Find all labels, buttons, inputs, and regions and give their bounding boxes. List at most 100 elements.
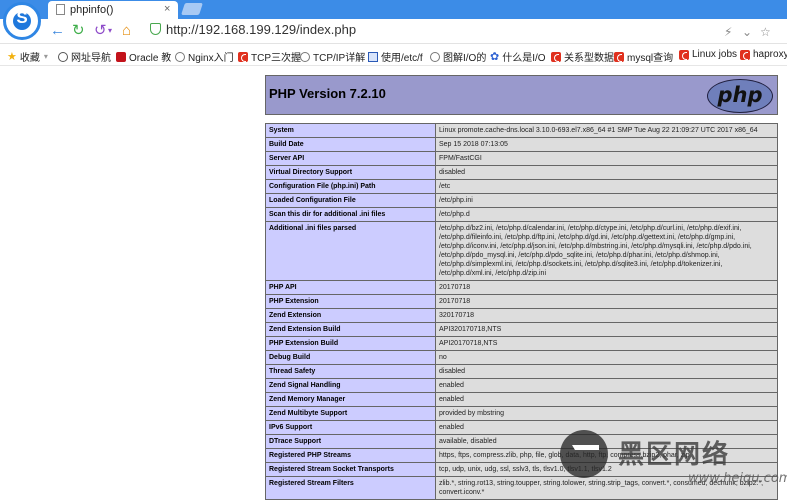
row-value: 320170718 (435, 308, 778, 323)
table-row: Debug Build no (265, 350, 778, 365)
watermark-logo-icon (560, 430, 608, 478)
bookmark-item[interactable]: 网址导航 (58, 49, 111, 64)
close-tab-icon[interactable]: × (164, 3, 170, 15)
home-icon[interactable]: ⌂ (122, 22, 131, 40)
table-row: Additional .ini files parsed/etc/php.d/b… (265, 221, 778, 281)
bookmark-label: 使用/etc/f (381, 53, 423, 64)
row-value: enabled (435, 420, 778, 435)
bookmark-favorites[interactable]: ★ 收藏 ▾ (7, 49, 48, 64)
bookmark-item[interactable]: TCP/IP详解 (300, 49, 365, 64)
watermark-url: www.heiqu.com (688, 471, 787, 486)
row-value: FPM/FastCGI (435, 151, 778, 166)
csdn-icon (238, 51, 248, 62)
table-row: Virtual Directory Support disabled (265, 165, 778, 180)
table-row: Zend Extension Build API320170718,NTS (265, 322, 778, 337)
nginx-icon (175, 51, 185, 62)
bookmarks-bar: ★ 收藏 ▾ 网址导航 Oracle 教 Nginx入门 TCP三次握 TCP/IP… (0, 44, 787, 66)
table-row: Configuration File (php.ini) Path/etc (265, 179, 778, 194)
reload-icon[interactable]: ↻ (72, 22, 85, 40)
table-row: PHP Extension 20170718 (265, 294, 778, 309)
star-icon[interactable]: ☆ (760, 25, 771, 39)
bookmark-item[interactable]: Oracle 教 (116, 49, 171, 64)
bookmark-label: 什么是I/O (502, 53, 546, 64)
csdn-icon (740, 49, 750, 60)
row-value: no (435, 350, 778, 365)
address-bar[interactable]: http://192.168.199.129/index.php (150, 22, 356, 37)
bookmark-item[interactable]: 使用/etc/f (368, 49, 423, 64)
row-key: Additional .ini files parsed (265, 221, 436, 281)
row-value: API320170718,NTS (435, 322, 778, 337)
undo-close-icon[interactable]: ↺ (94, 22, 107, 40)
row-value: disabled (435, 364, 778, 379)
bookmark-label: 网址导航 (71, 53, 111, 64)
page-icon (56, 4, 65, 15)
chevron-down-icon[interactable]: ▾ (108, 22, 112, 40)
table-row: Loaded Configuration File/etc/php.ini (265, 193, 778, 208)
row-key: Zend Extension Build (265, 322, 436, 337)
globe-icon (58, 51, 68, 62)
lightning-icon[interactable]: ⚡ (724, 25, 732, 39)
csdn-icon (551, 51, 561, 62)
row-key: Build Date (265, 137, 436, 152)
row-key: Virtual Directory Support (265, 165, 436, 180)
table-row: Zend Memory Manager enabled (265, 392, 778, 407)
row-value: enabled (435, 378, 778, 393)
bookmark-label: Oracle 教 (129, 53, 172, 64)
bookmark-label: 图解I/O的 (443, 53, 487, 64)
row-key: Server API (265, 151, 436, 166)
doc-icon (368, 51, 378, 62)
row-key: Registered PHP Streams (265, 448, 436, 463)
bookmark-label: 收藏 (19, 53, 40, 64)
csdn-icon (614, 51, 624, 62)
row-value: Sep 15 2018 07:13:05 (435, 137, 778, 152)
bookmark-item[interactable]: mysql查询 (614, 49, 673, 64)
bookmark-item[interactable]: 图解I/O的 (430, 49, 486, 64)
nginx-icon (430, 51, 440, 62)
table-row: PHP API 20170718 (265, 280, 778, 295)
tab-title: phpinfo() (70, 4, 114, 16)
navigation-bar: ← ↻ ↺ ▾ ⌂ (0, 19, 787, 44)
security-shield-icon (150, 23, 161, 35)
row-value: Linux promote.cache-dns.local 3.10.0-693… (435, 123, 778, 138)
table-row: Zend Extension 320170718 (265, 308, 778, 323)
table-row: Scan this dir for additional .ini files /… (265, 207, 778, 222)
bookmark-item[interactable]: haproxy (740, 49, 787, 60)
row-key: Scan this dir for additional .ini files (265, 207, 436, 222)
row-value: disabled (435, 165, 778, 180)
bookmark-label: mysql查询 (627, 53, 674, 64)
bookmark-item[interactable]: TCP三次握 (238, 49, 301, 64)
bookmark-label: TCP三次握 (251, 53, 301, 64)
watermark-title: 黑区网络 (618, 440, 731, 470)
bookmark-item[interactable]: ✿ 什么是I/O (490, 49, 546, 64)
row-key: PHP Extension (265, 294, 436, 309)
chevron-down-icon[interactable]: ⌄ (742, 25, 752, 39)
table-row: Zend Multibyte Support provided by mbstri… (265, 406, 778, 421)
browser-logo-icon[interactable]: S (3, 2, 41, 40)
table-row: Server API FPM/FastCGI (265, 151, 778, 166)
row-key: Thread Safety (265, 364, 436, 379)
row-key: Zend Extension (265, 308, 436, 323)
paw-icon: ✿ (490, 51, 500, 63)
table-row: Zend Signal Handling enabled (265, 378, 778, 393)
row-value: enabled (435, 392, 778, 407)
bookmark-item[interactable]: 关系型数据 (551, 49, 614, 64)
php-logo: php (707, 79, 773, 113)
row-key: Zend Multibyte Support (265, 406, 436, 421)
address-url[interactable]: http://192.168.199.129/index.php (166, 22, 356, 37)
new-tab-button[interactable] (181, 3, 203, 15)
bookmark-item[interactable]: Nginx入门 (175, 49, 234, 64)
row-key: Debug Build (265, 350, 436, 365)
page-title: PHP Version 7.2.10 (269, 86, 386, 101)
tab-phpinfo[interactable]: phpinfo() × (48, 1, 178, 19)
back-icon[interactable]: ← (50, 22, 65, 40)
row-key: Zend Signal Handling (265, 378, 436, 393)
nginx-icon (300, 51, 310, 62)
chevron-down-icon: ▾ (43, 52, 48, 61)
row-key: DTrace Support (265, 434, 436, 449)
table-row: IPv6 Support enabled (265, 420, 778, 435)
tab-bar: phpinfo() × (0, 0, 787, 19)
row-value: /etc/php.ini (435, 193, 778, 208)
bookmark-item[interactable]: Linux jobs (679, 49, 737, 60)
row-key: PHP Extension Build (265, 336, 436, 351)
bookmark-label: TCP/IP详解 (313, 53, 366, 64)
